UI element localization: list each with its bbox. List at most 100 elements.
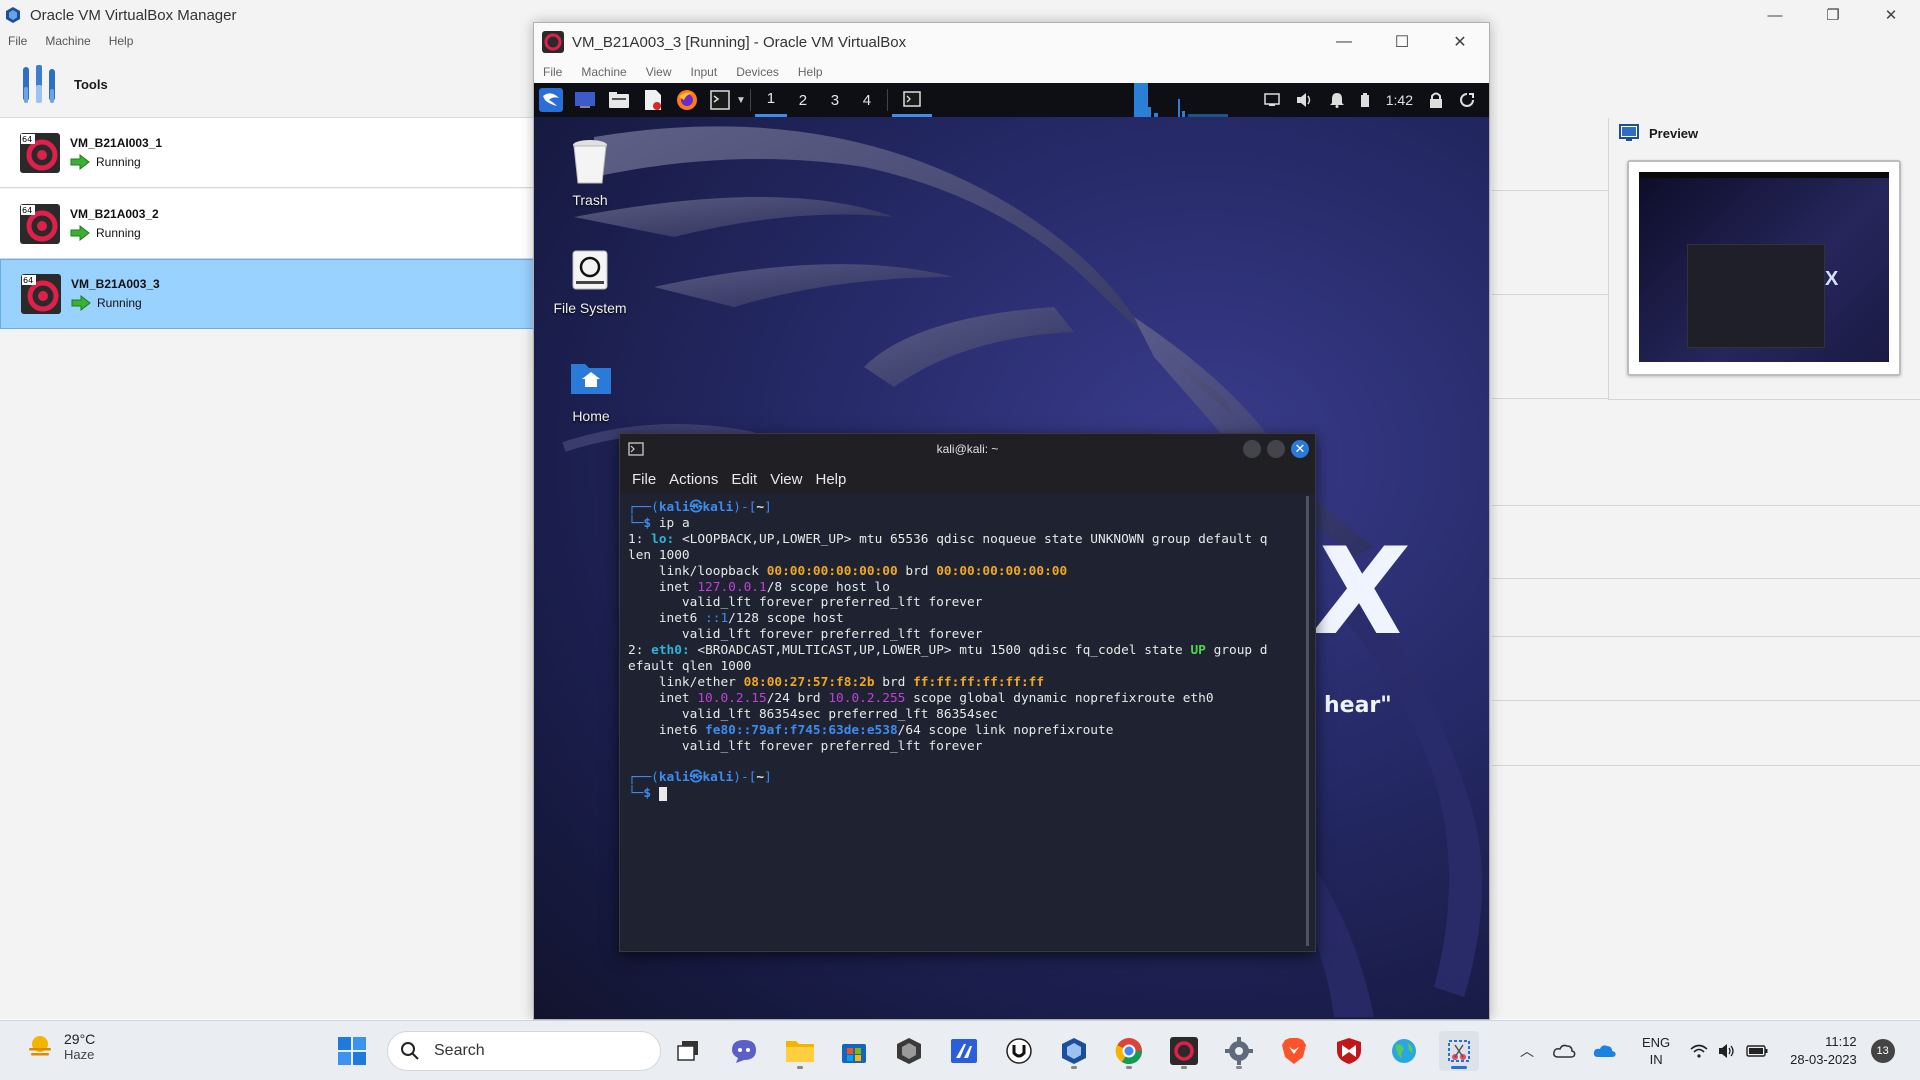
wifi-icon[interactable] bbox=[1690, 1044, 1708, 1058]
home-folder-icon bbox=[567, 354, 615, 402]
terminal-menu-edit[interactable]: Edit bbox=[731, 471, 757, 488]
notification-bell-icon[interactable] bbox=[1329, 92, 1344, 108]
brave-lion-icon bbox=[1282, 1038, 1306, 1064]
taskbar-chrome[interactable] bbox=[1109, 1031, 1149, 1071]
chat-icon bbox=[732, 1040, 756, 1063]
taskbar-app-hexagon[interactable] bbox=[889, 1031, 929, 1071]
vm-minimize-button[interactable]: — bbox=[1315, 23, 1373, 61]
taskbar-app-u[interactable] bbox=[999, 1031, 1039, 1071]
taskbar-file-explorer[interactable] bbox=[780, 1031, 820, 1071]
taskbar-terminal-window[interactable] bbox=[891, 83, 932, 117]
taskbar-virtualbox[interactable] bbox=[1054, 1031, 1094, 1071]
search-label: Search bbox=[434, 1042, 485, 1059]
kali-menu-icon[interactable] bbox=[538, 87, 564, 113]
snipping-tool-icon bbox=[1448, 1040, 1470, 1062]
menu-help[interactable]: Help bbox=[109, 34, 134, 48]
taskbar-snipping-tool[interactable] bbox=[1439, 1031, 1479, 1071]
store-icon bbox=[842, 1044, 866, 1063]
taskbar-settings[interactable] bbox=[1219, 1031, 1259, 1071]
taskbar-search-box[interactable]: Search bbox=[387, 1031, 661, 1071]
firefox-icon[interactable] bbox=[674, 87, 700, 113]
terminal-menu-actions[interactable]: Actions bbox=[669, 471, 718, 488]
notification-badge[interactable]: 13 bbox=[1870, 1039, 1895, 1063]
workspace-3[interactable]: 3 bbox=[819, 83, 851, 117]
vm-list-item[interactable]: 64 VM_B21AI003_1 Running bbox=[0, 118, 534, 188]
taskbar-debian-vm[interactable] bbox=[1164, 1031, 1204, 1071]
workspace-4[interactable]: 4 bbox=[851, 83, 883, 117]
kali-brand-quote: hear" bbox=[1324, 693, 1392, 718]
launcher-dropdown-icon[interactable]: ▼ bbox=[736, 95, 746, 106]
display-icon[interactable] bbox=[1264, 93, 1280, 107]
vm-maximize-button[interactable]: ☐ bbox=[1373, 23, 1431, 61]
terminal-title: kali@kali: ~ bbox=[936, 442, 999, 456]
vm-state-label: Running bbox=[96, 154, 141, 169]
details-divider bbox=[1492, 505, 1920, 506]
vm-window-title: VM_B21A003_3 [Running] - Oracle VM Virtu… bbox=[572, 33, 907, 51]
globe-icon bbox=[1392, 1039, 1416, 1063]
desktop-icon-filesystem[interactable]: File System bbox=[535, 246, 645, 316]
lock-icon[interactable] bbox=[1429, 92, 1443, 108]
vm-close-button[interactable]: ✕ bbox=[1431, 23, 1489, 61]
desktop-icon-home[interactable]: Home bbox=[536, 354, 646, 424]
terminal-menu-help[interactable]: Help bbox=[815, 471, 846, 488]
kali-clock[interactable]: 1:42 bbox=[1386, 92, 1413, 108]
taskbar-teams-chat[interactable] bbox=[724, 1031, 764, 1071]
terminal-menu-view[interactable]: View bbox=[770, 471, 802, 488]
vm-menu-view[interactable]: View bbox=[646, 65, 672, 79]
vm-menu-help[interactable]: Help bbox=[798, 65, 823, 79]
manager-title: Oracle VM VirtualBox Manager bbox=[30, 6, 237, 24]
vm-menu-input[interactable]: Input bbox=[691, 65, 718, 79]
show-desktop-icon[interactable] bbox=[572, 87, 598, 113]
terminal-output[interactable]: ┌──(kali㉿kali)-[~] └─$ ip a 1: lo: <LOOP… bbox=[620, 494, 1315, 951]
logout-icon[interactable] bbox=[1459, 92, 1475, 108]
debian-vm-icon bbox=[1170, 1037, 1198, 1065]
battery-icon[interactable] bbox=[1746, 1045, 1768, 1057]
vm-list-item-selected[interactable]: 64 VM_B21A003_3 Running bbox=[0, 259, 534, 329]
restore-button[interactable]: ❐ bbox=[1804, 0, 1862, 30]
close-button[interactable]: ✕ bbox=[1862, 0, 1920, 30]
minimize-button[interactable]: — bbox=[1746, 0, 1804, 30]
terminal-maximize-button[interactable] bbox=[1267, 440, 1285, 458]
terminal-scrollbar[interactable] bbox=[1306, 496, 1309, 946]
vm-menu-devices[interactable]: Devices bbox=[736, 65, 779, 79]
language-indicator[interactable]: ENG IN bbox=[1642, 1034, 1670, 1068]
terminal-command: ip a bbox=[658, 515, 690, 531]
terminal-menu-file[interactable]: File bbox=[632, 471, 656, 488]
vm-menu-file[interactable]: File bbox=[543, 65, 562, 79]
debian-vm-icon: 64 bbox=[20, 132, 60, 173]
weather-widget[interactable]: 29°C Haze bbox=[26, 1031, 95, 1062]
chevron-up-icon[interactable]: ︿ bbox=[1520, 1041, 1534, 1061]
vm-menu-machine[interactable]: Machine bbox=[581, 65, 626, 79]
taskbar-brave[interactable] bbox=[1274, 1031, 1314, 1071]
terminal-close-button[interactable]: ✕ bbox=[1291, 440, 1309, 458]
terminal-launcher-icon[interactable] bbox=[708, 87, 734, 113]
terminal-text[interactable]: ┌──(kali㉿kali)-[~] └─$ ip a 1: lo: <LOOP… bbox=[628, 500, 1293, 802]
taskbar-mcafee[interactable] bbox=[1329, 1031, 1369, 1071]
terminal-minimize-button[interactable] bbox=[1243, 440, 1261, 458]
monitor-icon bbox=[1619, 124, 1639, 141]
text-editor-icon[interactable] bbox=[640, 87, 666, 113]
taskbar-task-view[interactable] bbox=[668, 1031, 708, 1071]
system-clock[interactable]: 11:12 28-03-2023 bbox=[1790, 1033, 1857, 1069]
volume-icon[interactable] bbox=[1296, 92, 1314, 108]
file-manager-icon[interactable] bbox=[606, 87, 632, 113]
taskbar-earth-app[interactable] bbox=[1384, 1031, 1424, 1071]
menu-machine[interactable]: Machine bbox=[45, 34, 90, 48]
taskbar-microsoft-store[interactable] bbox=[834, 1031, 874, 1071]
desktop-icon-trash[interactable]: Trash bbox=[535, 138, 645, 208]
vm-list-item[interactable]: 64 VM_B21A003_2 Running bbox=[0, 189, 534, 259]
start-button[interactable] bbox=[337, 1036, 367, 1071]
windows-taskbar: 29°C Haze Search ︿ ENG IN 11:12 28-03-20… bbox=[0, 1020, 1920, 1080]
vm-titlebar[interactable]: VM_B21A003_3 [Running] - Oracle VM Virtu… bbox=[534, 23, 1489, 61]
onedrive-icon[interactable] bbox=[1592, 1043, 1618, 1059]
taskbar-app-vscode-like[interactable] bbox=[944, 1031, 984, 1071]
menu-file[interactable]: File bbox=[8, 34, 27, 48]
cloud-icon[interactable] bbox=[1552, 1043, 1576, 1059]
vm-guest-screen[interactable]: ▼ 1 2 3 4 1:42 Trash File System Home X … bbox=[534, 83, 1489, 1019]
tools-item[interactable]: Tools bbox=[0, 52, 534, 118]
terminal-titlebar[interactable]: kali@kali: ~ ✕ bbox=[620, 434, 1315, 464]
terminal-window[interactable]: kali@kali: ~ ✕ File Actions Edit View He… bbox=[619, 433, 1316, 952]
workspace-1[interactable]: 1 bbox=[754, 83, 787, 117]
workspace-2[interactable]: 2 bbox=[787, 83, 819, 117]
speaker-icon[interactable] bbox=[1718, 1044, 1736, 1058]
